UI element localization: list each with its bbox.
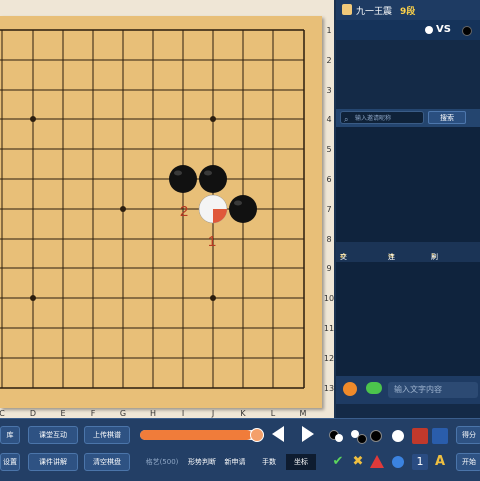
file-label: L xyxy=(270,409,276,418)
file-label: E xyxy=(60,409,66,418)
mode-coordinates[interactable]: 坐标 xyxy=(286,454,316,470)
replay-slider-thumb[interactable] xyxy=(250,428,264,442)
file-label: C xyxy=(0,409,5,418)
classroom-interaction-button[interactable]: 课堂互动 xyxy=(28,426,78,444)
star-point xyxy=(30,295,36,301)
file-label: D xyxy=(29,409,37,418)
black-stone-tool-icon[interactable] xyxy=(370,430,382,442)
black-stone xyxy=(199,165,227,193)
pen-tool-icon[interactable] xyxy=(432,428,448,444)
player-avatar-icon xyxy=(342,4,352,15)
action-bar: ⇄ 交替落子 ⇉ 连续 ↻ 刷新 xyxy=(336,242,480,291)
rank-label: 6 xyxy=(326,175,332,184)
vs-bar: VS xyxy=(336,20,480,40)
file-label: J xyxy=(211,409,215,418)
rank-label: 2 xyxy=(326,56,332,65)
score-button[interactable]: 得分 xyxy=(456,426,480,444)
letter-tool-icon[interactable]: A xyxy=(432,454,448,470)
file-label: M xyxy=(299,409,307,418)
chat-bubble-icon[interactable] xyxy=(366,382,382,394)
delete-tool-icon[interactable] xyxy=(412,428,428,444)
white-stone-tool-icon[interactable] xyxy=(392,430,404,442)
black-stone-icon xyxy=(462,26,472,36)
courseware-button[interactable]: 课件讲解 xyxy=(28,453,78,471)
black-stone xyxy=(229,195,257,223)
chat-input[interactable]: 输入文字内容 xyxy=(388,382,478,398)
library-button[interactable]: 库 xyxy=(0,426,20,444)
star-point xyxy=(210,295,216,301)
circle-tool-icon[interactable] xyxy=(392,456,404,468)
mode-situation[interactable]: 形势判断 xyxy=(184,454,220,470)
file-label: F xyxy=(90,409,96,418)
rank-label: 9 xyxy=(326,264,332,273)
search-button[interactable]: 搜索 xyxy=(428,111,466,124)
player-rank: 9段 xyxy=(400,7,416,17)
rank-label: 12 xyxy=(323,354,335,363)
last-move-marker xyxy=(213,209,227,223)
black-white-stones-icon[interactable] xyxy=(350,428,367,444)
file-label: K xyxy=(240,409,246,418)
number-tool-icon[interactable]: 1 xyxy=(412,454,428,470)
player-bar: 九一王震 9段 xyxy=(336,0,480,20)
rank-label: 7 xyxy=(326,205,332,214)
file-label: H xyxy=(149,409,156,418)
alternate-stones-icon[interactable] xyxy=(328,428,344,444)
search-icon: ⌕ xyxy=(344,115,349,124)
file-label: G xyxy=(119,409,127,418)
rank-label: 13 xyxy=(323,384,335,393)
invite-search-input[interactable]: ⌕ 输入邀请昵称 xyxy=(340,111,424,124)
star-point xyxy=(30,116,36,122)
mode-game-art[interactable]: 格艺(500) xyxy=(140,454,184,470)
invite-list xyxy=(336,127,480,242)
rank-label: 10 xyxy=(323,294,335,303)
triangle-tool-icon[interactable] xyxy=(370,455,384,468)
next-move-icon[interactable] xyxy=(302,426,314,442)
replay-slider[interactable] xyxy=(140,428,264,442)
chat-area xyxy=(336,262,480,376)
player-name: 九一王震 xyxy=(356,7,393,17)
rank-label: 5 xyxy=(326,145,332,154)
go-board[interactable]: 1 2 xyxy=(0,16,322,408)
clear-board-button[interactable]: 清空棋盘 xyxy=(84,453,130,471)
cross-tool-icon[interactable]: ✖ xyxy=(350,454,366,470)
mode-new-request[interactable]: 新申请 xyxy=(220,454,250,470)
file-label: I xyxy=(181,409,185,418)
star-point xyxy=(120,206,126,212)
vs-label: VS xyxy=(436,24,451,35)
upload-record-button[interactable]: 上传棋谱 xyxy=(84,426,130,444)
rank-label: 3 xyxy=(326,86,332,95)
check-tool-icon[interactable]: ✔ xyxy=(330,454,346,470)
rank-label: 4 xyxy=(326,115,332,124)
fox-icon xyxy=(343,382,357,396)
settings-button[interactable]: 设置 xyxy=(0,453,20,471)
white-stone-icon xyxy=(425,26,433,34)
start-button[interactable]: 开始 xyxy=(456,453,480,471)
star-point xyxy=(210,116,216,122)
rank-label: 8 xyxy=(326,235,332,244)
previous-move-icon[interactable] xyxy=(272,426,284,442)
search-placeholder: 输入邀请昵称 xyxy=(355,115,392,122)
black-stone xyxy=(169,165,197,193)
rank-label: 1 xyxy=(326,26,332,35)
replay-slider-fill xyxy=(140,430,252,440)
move-number-2: 2 xyxy=(180,203,188,220)
mode-move-count[interactable]: 手数 xyxy=(254,454,284,470)
move-number-1: 1 xyxy=(208,233,216,250)
rank-label: 11 xyxy=(323,324,335,333)
